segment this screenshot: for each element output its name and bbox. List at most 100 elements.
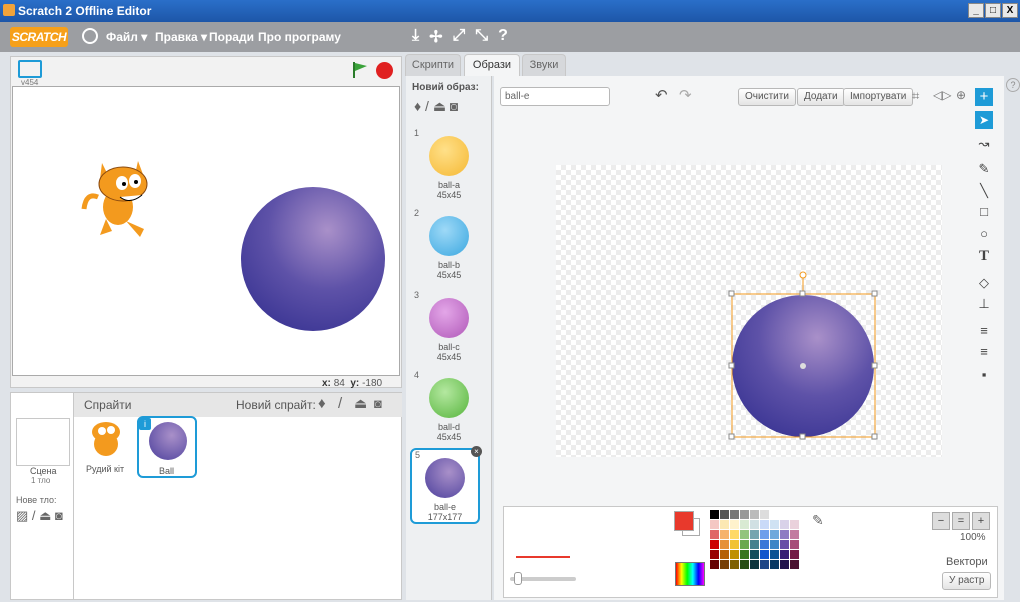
pencil-tool-icon[interactable]: ✎ — [975, 160, 993, 178]
palette-swatch[interactable] — [720, 540, 729, 549]
globe-icon[interactable] — [82, 28, 98, 44]
tab-scripts[interactable]: Скрипти — [405, 54, 461, 76]
palette-swatch[interactable] — [790, 520, 799, 529]
palette-swatch[interactable] — [710, 510, 719, 519]
fill-tool-icon[interactable]: ◇ — [975, 274, 993, 292]
forward-layer-icon[interactable]: ≡ — [975, 322, 993, 340]
center-icon[interactable]: + — [975, 88, 993, 106]
duplicate-icon[interactable]: ⤓ — [412, 27, 419, 47]
cut-icon[interactable]: ✢ — [429, 27, 442, 47]
palette-swatch[interactable] — [740, 530, 749, 539]
palette-swatch[interactable] — [770, 510, 779, 519]
palette-swatch[interactable] — [760, 520, 769, 529]
slider-thumb[interactable] — [514, 572, 522, 585]
clear-button[interactable]: Очистити — [738, 88, 796, 106]
paint-canvas[interactable] — [556, 165, 942, 457]
palette-swatch[interactable] — [800, 530, 809, 539]
palette-swatch[interactable] — [760, 510, 769, 519]
help-icon[interactable]: ? — [498, 27, 508, 47]
costume-item-selected[interactable]: 5 × ball-e 177x177 — [410, 446, 482, 524]
palette-swatch[interactable] — [770, 530, 779, 539]
menu-about[interactable]: Про програму — [258, 30, 341, 44]
palette-swatch[interactable] — [710, 550, 719, 559]
palette-swatch[interactable] — [730, 550, 739, 559]
scratch-logo[interactable]: SCRATCH — [10, 27, 68, 47]
zoom-reset-icon[interactable]: = — [952, 512, 970, 530]
palette-swatch[interactable] — [770, 560, 779, 569]
palette-swatch[interactable] — [720, 550, 729, 559]
palette-swatch[interactable] — [800, 560, 809, 569]
minimize-button[interactable]: _ — [968, 3, 984, 18]
stop-icon[interactable] — [376, 62, 393, 79]
delete-icon[interactable]: × — [471, 446, 482, 457]
palette-swatch[interactable] — [790, 550, 799, 559]
palette-swatch[interactable] — [770, 520, 779, 529]
palette-swatch[interactable] — [740, 540, 749, 549]
stamp-tool-icon[interactable]: ⊥ — [975, 295, 993, 313]
palette-swatch[interactable] — [790, 510, 799, 519]
palette-swatch[interactable] — [760, 540, 769, 549]
back-layer-icon[interactable]: ≡ — [975, 343, 993, 361]
menu-edit[interactable]: Правка ▾ — [155, 30, 207, 44]
palette-swatch[interactable] — [710, 560, 719, 569]
costume-item[interactable]: 4 ball-d 45x45 — [406, 370, 492, 442]
palette-swatch[interactable] — [720, 560, 729, 569]
palette-swatch[interactable] — [780, 540, 789, 549]
select-tool-icon[interactable]: ➤ — [975, 111, 993, 129]
menu-tips[interactable]: Поради — [209, 30, 254, 44]
palette-swatch[interactable] — [710, 520, 719, 529]
backdrop-tools-icons[interactable]: ▨ / ⏏ ◙ — [16, 508, 63, 524]
scene-thumbnail[interactable] — [16, 418, 70, 466]
palette-swatch[interactable] — [750, 510, 759, 519]
palette-swatch[interactable] — [760, 550, 769, 559]
palette-swatch[interactable] — [780, 550, 789, 559]
costume-tools-icons[interactable]: ♦ / ⏏ ◙ — [414, 98, 458, 115]
flip-horizontal-icon[interactable]: ◁▷ — [933, 88, 951, 102]
paint-icon[interactable]: / — [338, 395, 342, 412]
close-button[interactable]: X — [1002, 3, 1018, 18]
palette-swatch[interactable] — [750, 530, 759, 539]
sprite-item[interactable]: Рудий кіт — [80, 416, 132, 476]
palette-swatch[interactable] — [780, 560, 789, 569]
camera-icon[interactable]: ◙ — [374, 396, 382, 411]
palette-swatch[interactable] — [740, 550, 749, 559]
eyedropper-icon[interactable]: ✎ — [812, 512, 824, 529]
palette-swatch[interactable] — [720, 530, 729, 539]
palette-swatch[interactable] — [790, 560, 799, 569]
zoom-out-icon[interactable]: − — [932, 512, 950, 530]
set-center-icon[interactable]: ⊕ — [956, 88, 966, 102]
palette-swatch[interactable] — [800, 550, 809, 559]
color-palette[interactable] — [710, 510, 809, 569]
reshape-tool-icon[interactable]: ↝ — [975, 135, 993, 153]
palette-swatch[interactable] — [790, 530, 799, 539]
fullscreen-icon[interactable] — [18, 60, 42, 78]
palette-swatch[interactable] — [710, 540, 719, 549]
costume-item[interactable]: 2 ball-b 45x45 — [406, 208, 492, 280]
ellipse-tool-icon[interactable]: ○ — [975, 225, 993, 243]
palette-swatch[interactable] — [730, 540, 739, 549]
palette-swatch[interactable] — [750, 520, 759, 529]
palette-swatch[interactable] — [750, 560, 759, 569]
costume-item[interactable]: 3 ball-c 45x45 — [406, 290, 492, 362]
palette-swatch[interactable] — [740, 560, 749, 569]
palette-swatch[interactable] — [750, 540, 759, 549]
zoom-in-icon[interactable]: + — [972, 512, 990, 530]
help-icon[interactable]: ? — [1006, 78, 1020, 92]
palette-swatch[interactable] — [730, 520, 739, 529]
palette-swatch[interactable] — [780, 530, 789, 539]
shrink-icon[interactable]: ⤡ — [475, 27, 488, 47]
green-flag-icon[interactable] — [350, 60, 370, 80]
palette-swatch[interactable] — [740, 520, 749, 529]
palette-swatch[interactable] — [730, 510, 739, 519]
text-tool-icon[interactable]: T — [975, 247, 993, 265]
sprite-item-selected[interactable]: i Ball — [137, 416, 197, 478]
grow-icon[interactable]: ⤢ — [452, 27, 465, 47]
add-button[interactable]: Додати — [797, 88, 845, 106]
costume-name-input[interactable] — [500, 87, 610, 106]
group-icon[interactable]: ▪ — [975, 366, 993, 384]
palette-swatch[interactable] — [710, 530, 719, 539]
convert-to-bitmap-button[interactable]: У растр — [942, 572, 992, 590]
stage-canvas[interactable] — [12, 86, 400, 376]
tab-sounds[interactable]: Звуки — [522, 54, 566, 76]
primary-color-swatch[interactable] — [674, 511, 694, 531]
